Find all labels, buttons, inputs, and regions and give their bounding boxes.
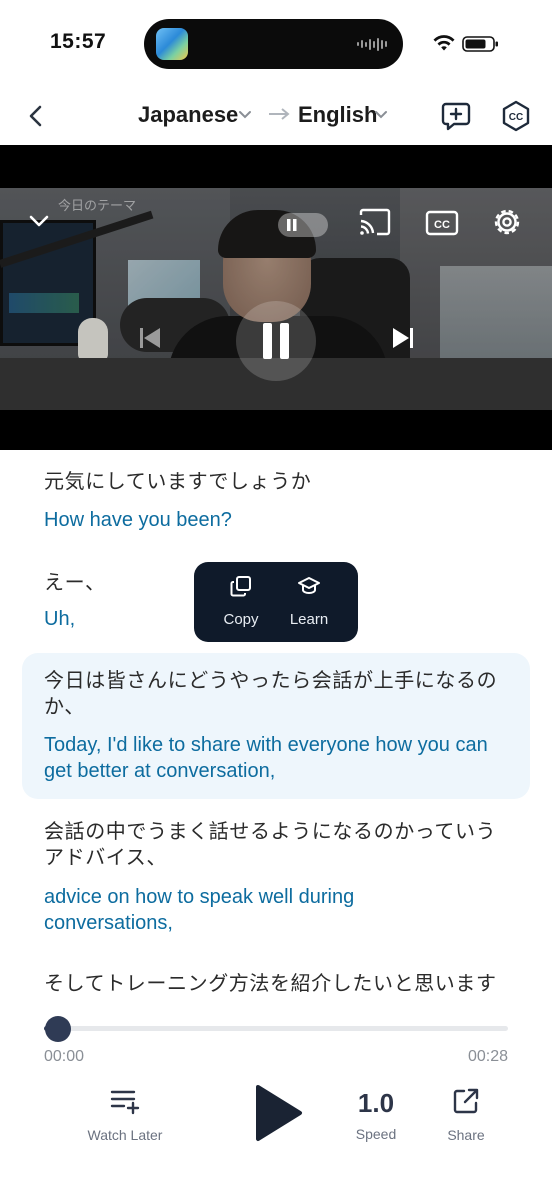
speed-button[interactable]: 1.0 Speed [348,1088,404,1142]
play-icon [256,1085,302,1141]
video-player[interactable]: 今日のテーマ CC [0,145,552,450]
seek-slider[interactable] [44,1014,508,1044]
watch-later-label: Watch Later [87,1127,163,1143]
svg-text:CC: CC [434,219,450,231]
share-label: Share [447,1127,485,1143]
pause-icon [287,219,297,231]
transcript-line-en[interactable]: Today, I'd like to share with everyone h… [44,732,514,784]
gear-icon[interactable] [490,205,524,239]
speed-label: Speed [355,1126,397,1142]
back-icon[interactable] [24,102,48,130]
copy-icon [230,576,251,597]
duration: 00:28 [467,1048,508,1065]
add-note-icon[interactable] [440,100,472,132]
target-language-select[interactable]: English [298,102,377,128]
share-icon [453,1088,479,1114]
dynamic-island [144,19,403,69]
video-caption-text: 今日のテーマ [58,198,137,213]
audio-wave-icon [357,36,389,52]
battery-icon [462,36,498,52]
closed-captions-icon[interactable]: CC [425,208,459,238]
autoplay-toggle[interactable] [278,213,328,237]
source-language-select[interactable]: Japanese [138,102,238,128]
transcript-line-jp[interactable]: えー、 [44,570,106,596]
transcript[interactable]: 元気にしていますでしょうか How have you been? えー、 Uh,… [0,450,552,1010]
text-selection-popover: Copy Learn [194,562,358,642]
transcript-line-en[interactable]: advice on how to speak well during conve… [44,884,464,936]
wifi-icon [433,35,455,51]
transcript-line-jp[interactable]: そしてトレーニング方法を紹介したいと思います [44,971,524,997]
previous-icon[interactable] [136,325,166,351]
bottom-toolbar: Watch Later 1.0 Speed Share [0,1078,552,1200]
transcript-line-jp[interactable]: 会話の中でうまく話せるようになるのかっていうアドバイス、 [44,819,504,871]
status-time: 15:57 [50,30,107,53]
learn-button[interactable]: Learn [274,574,344,628]
next-icon[interactable] [388,325,418,351]
seek-handle[interactable] [44,1016,71,1042]
arrow-right-icon [269,108,290,120]
subtitles-settings-icon[interactable]: CC [500,100,532,132]
learn-label: Learn [289,611,329,628]
now-playing-app-icon [156,28,188,60]
header: Japanese English CC [0,88,552,144]
copy-label: Copy [223,611,259,628]
transcript-line-jp[interactable]: 今日は皆さんにどうやったら会話が上手になるのか、 [44,668,504,720]
graduation-cap-icon [298,577,320,594]
watch-later-button[interactable]: Watch Later [80,1086,170,1143]
play-button[interactable] [248,1082,308,1142]
chevron-down-icon[interactable] [28,213,50,229]
status-bar: 15:57 [0,0,552,88]
copy-button[interactable]: Copy [206,574,276,628]
share-button[interactable]: Share [436,1086,496,1143]
pause-icon [263,323,289,359]
playlist-add-icon [110,1090,140,1115]
svg-text:CC: CC [509,112,523,123]
transcript-line-en[interactable]: Uh, [44,606,75,632]
transcript-line-jp[interactable]: 元気にしていますでしょうか [44,469,311,495]
chevron-down-icon[interactable] [374,110,388,120]
play-pause-button[interactable] [236,301,316,381]
current-time: 00:00 [44,1048,85,1065]
transcript-line-en[interactable]: How have you been? [44,507,232,533]
cast-icon[interactable] [358,207,392,237]
speed-value: 1.0 [357,1088,395,1118]
chevron-down-icon[interactable] [238,110,252,120]
